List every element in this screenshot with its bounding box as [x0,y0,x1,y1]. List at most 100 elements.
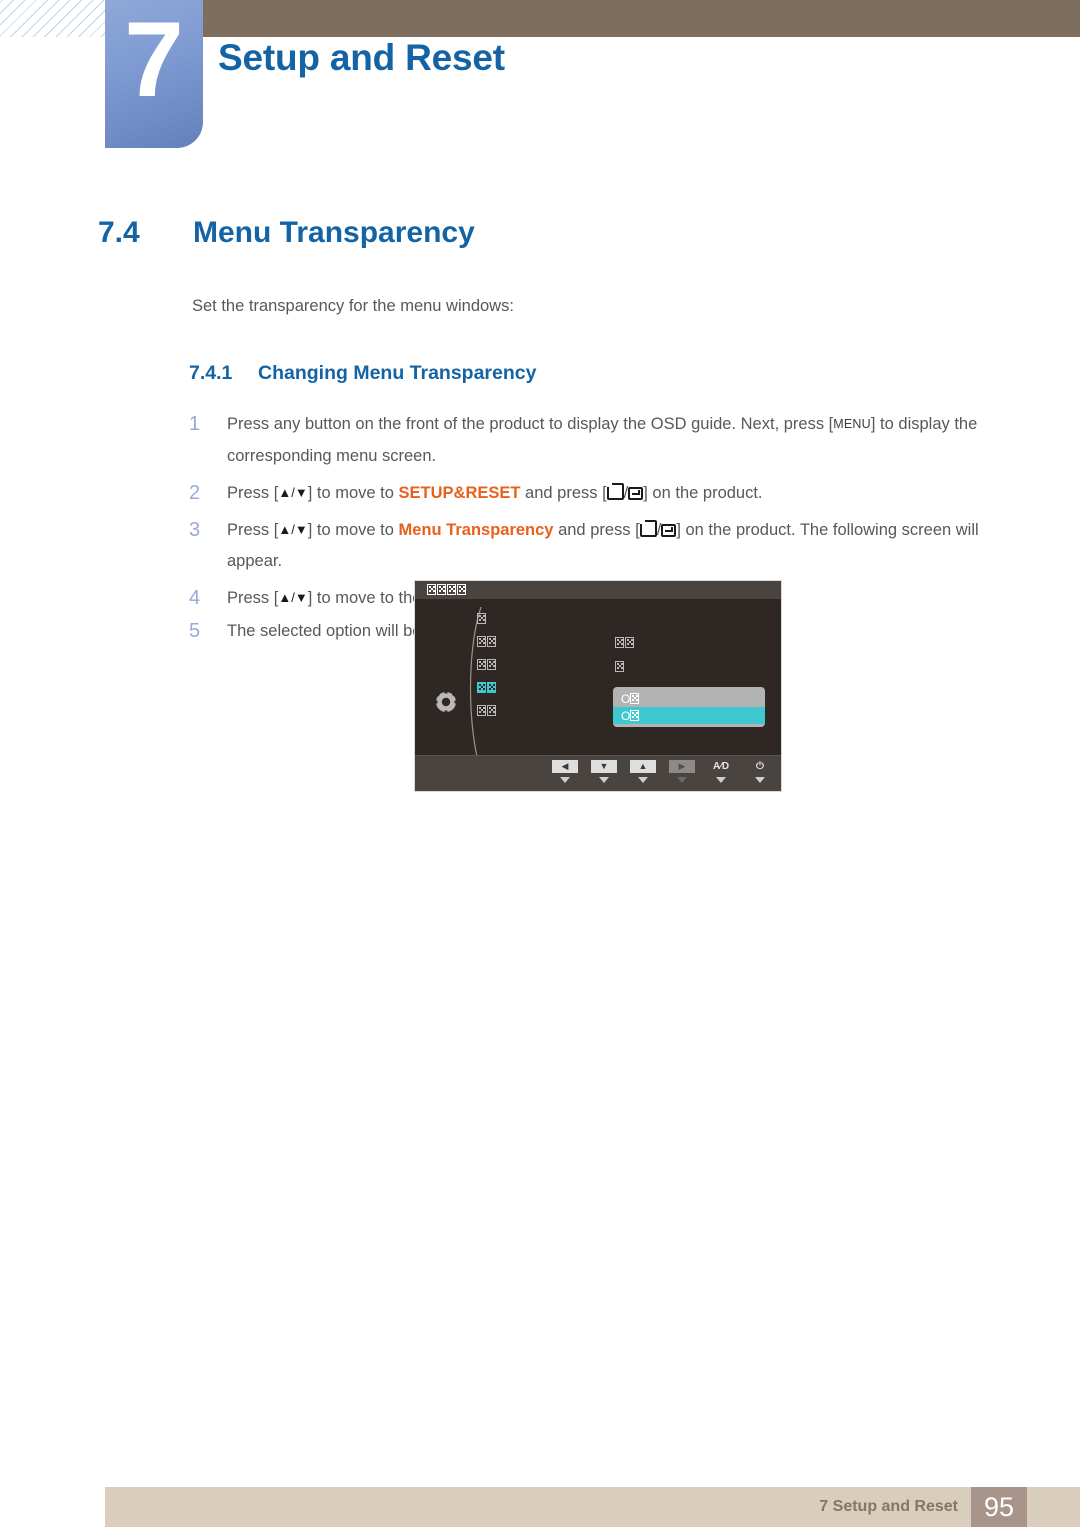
header-accent-bar [193,0,1080,37]
unrendered-glyph-icon [487,705,496,716]
osd-right-button[interactable]: ▶ [669,760,695,783]
osd-submenu-label [615,637,634,648]
unrendered-glyph-icon [477,705,486,716]
osd-screenshot: OO ◀ ▼ ▲ ▶ A⁄D ⏻ [414,580,782,792]
step-2: 2 Press [▲/▼] to move to SETUP&RESET and … [189,478,1009,509]
osd-option[interactable]: O [613,690,765,707]
osd-auto-button[interactable]: A⁄D [708,760,734,783]
unrendered-glyph-icon [487,682,496,693]
osd-right-panel [615,637,634,685]
step-number: 4 [189,587,201,609]
step-text-run: Press [ [227,521,279,539]
osd-power-button[interactable]: ⏻ [747,760,773,783]
osd-button-indicator [755,777,765,783]
section-title: Menu Transparency [193,216,475,249]
page-footer: 7 Setup and Reset 95 [105,1487,1080,1527]
osd-left-button[interactable]: ◀ [552,760,578,783]
osd-menu-item-selected[interactable] [477,682,496,693]
osd-option-prefix: O [621,708,631,723]
osd-down-button[interactable]: ▼ [591,760,617,783]
page-number-box: 95 [971,1487,1027,1527]
step-number: 5 [189,620,201,642]
osd-menu-item[interactable] [477,613,496,624]
source-square-icon [639,520,657,537]
unrendered-glyph-icon [477,659,486,670]
power-button-icon: ⏻ [756,761,764,772]
menu-key-label: MENU [833,417,871,431]
unrendered-glyph-icon [477,682,486,693]
unrendered-glyph-icon [630,710,640,721]
subsection-heading: 7.4.1 Changing Menu Transparency [189,362,536,385]
unrendered-glyph-icon [477,613,486,624]
step-number: 3 [189,519,201,541]
osd-left-menu [477,613,496,728]
step-1: 1 Press any button on the front of the pr… [189,409,1009,472]
osd-menu-item[interactable] [477,659,496,670]
up-button-icon: ▲ [630,760,656,773]
step-3: 3 Press [▲/▼] to move to Menu Transparenc… [189,515,1009,577]
osd-up-button[interactable]: ▲ [630,760,656,783]
unrendered-glyph-icon [457,584,466,595]
unrendered-glyph-icon [427,584,436,595]
step-text-run: Press [ [227,589,279,607]
osd-menu-item[interactable] [477,636,496,647]
step-text-run: Press [ [227,484,279,502]
auto-button-icon: A⁄D [712,761,730,772]
unrendered-glyph-icon [630,693,640,704]
page-number: 95 [983,1491,1015,1522]
step-text-run: ] to move to [307,484,399,502]
enter-icon [661,524,677,537]
unrendered-glyph-icon [625,637,634,648]
subsection-number: 7.4.1 [189,362,233,384]
up-down-arrow-icon: ▲/▼ [278,485,308,500]
step-text: Press [▲/▼] to move to Menu Transparency… [227,520,979,570]
step-number: 1 [189,413,201,435]
osd-submenu-label [615,661,634,672]
up-down-arrow-icon: ▲/▼ [278,522,308,537]
step-text: Press [▲/▼] to move to SETUP&RESET and p… [227,483,763,502]
section-intro-text: Set the transparency for the menu window… [192,297,514,315]
chapter-number-block: 7 [105,0,203,148]
osd-button-indicator [677,777,687,783]
osd-menu-item[interactable] [477,705,496,716]
menu-keyword: SETUP&RESET [398,484,521,502]
osd-option-selected[interactable]: O [613,707,765,724]
step-text-run: ] on the product. [643,484,763,502]
osd-buttons: ◀ ▼ ▲ ▶ A⁄D ⏻ [552,760,773,783]
down-button-icon: ▼ [591,760,617,773]
enter-icon [628,487,644,500]
step-text-run: and press [ [553,521,640,539]
osd-option-prefix: O [621,691,631,706]
osd-body: OO [415,599,781,772]
unrendered-glyph-icon [447,584,456,595]
unrendered-glyph-icon [615,637,624,648]
osd-button-indicator [638,777,648,783]
unrendered-glyph-icon [437,584,446,595]
unrendered-glyph-icon [487,636,496,647]
step-text-run: ] to move to [307,521,399,539]
menu-keyword: Menu Transparency [398,521,554,539]
step-text: Press any button on the front of the pro… [227,415,977,465]
gear-icon [433,689,459,715]
unrendered-glyph-icon [477,636,486,647]
osd-button-indicator [716,777,726,783]
chapter-header: 7 Setup and Reset [0,0,1080,150]
right-button-icon: ▶ [669,760,695,773]
osd-option-list: OO [613,687,765,727]
osd-button-bar: ◀ ▼ ▲ ▶ A⁄D ⏻ [415,755,781,791]
osd-title-glyphs [427,584,466,595]
footer-chapter-label: 7 Setup and Reset [819,1498,958,1515]
osd-button-indicator [560,777,570,783]
up-down-arrow-icon: ▲/▼ [278,590,308,605]
section-heading: 7.4 Menu Transparency [98,216,998,250]
subsection-title: Changing Menu Transparency [258,362,537,384]
osd-title-bar [415,581,781,599]
step-text-run: and press [ [520,484,607,502]
unrendered-glyph-icon [487,659,496,670]
left-button-icon: ◀ [552,760,578,773]
source-square-icon [606,483,624,500]
decorative-stripes [0,0,106,37]
osd-button-indicator [599,777,609,783]
step-number: 2 [189,482,201,504]
chapter-title: Setup and Reset [218,37,505,78]
